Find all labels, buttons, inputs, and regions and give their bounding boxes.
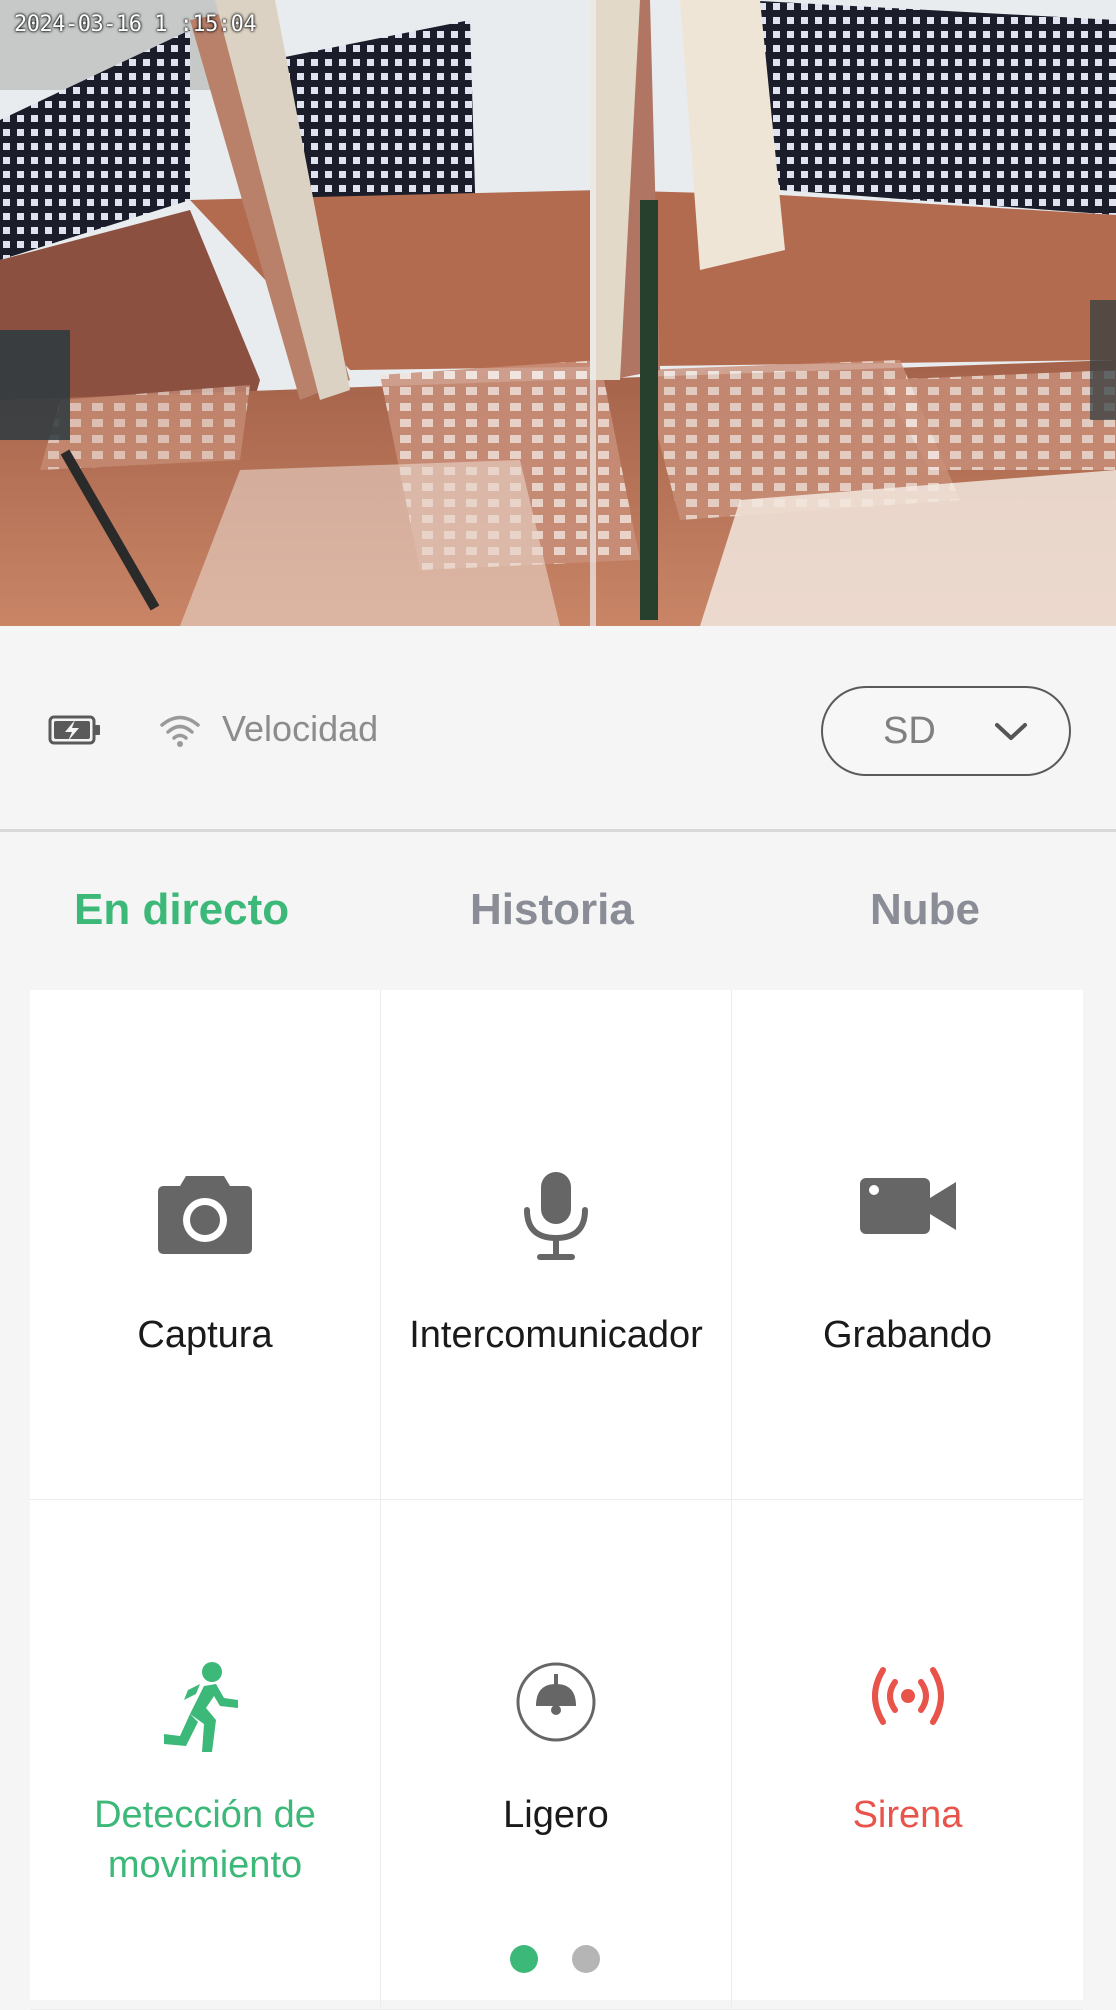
siren-label: Sirena <box>852 1794 963 1836</box>
battery-charging-icon <box>48 714 102 751</box>
tab-cloud[interactable]: Nube <box>870 885 980 935</box>
network-speed-label: Velocidad <box>222 708 379 749</box>
motion-detection-label: Detección de movimiento <box>94 1794 316 1886</box>
record-label: Grabando <box>822 1314 992 1356</box>
record-button[interactable]: Grabando <box>732 990 1083 1500</box>
camera-icon <box>30 1170 380 1261</box>
intercom-button[interactable]: Intercomunicador <box>381 990 732 1500</box>
lamp-icon <box>381 1660 731 1749</box>
view-tabs: En directo Historia Nube <box>0 835 1116 985</box>
light-button[interactable]: Ligero <box>381 1500 732 2010</box>
capture-button[interactable]: Captura <box>30 990 381 1500</box>
tab-history[interactable]: Historia <box>470 885 634 935</box>
camera-image <box>0 0 1116 626</box>
page-indicator <box>510 1945 610 1975</box>
camera-timestamp: 2024-03-16 1 :15:04 <box>14 12 257 37</box>
motion-detection-icon <box>30 1660 380 1761</box>
video-quality-value: SD <box>883 710 936 752</box>
light-label: Ligero <box>503 1794 609 1836</box>
microphone-icon <box>381 1170 731 1267</box>
capture-label: Captura <box>137 1314 273 1356</box>
wifi-icon <box>158 712 202 753</box>
video-camera-icon <box>732 1170 1083 1245</box>
siren-button[interactable]: Sirena <box>732 1500 1083 2010</box>
camera-controls-grid: Captura Intercomunicador Grabando Detecc… <box>30 990 1083 2010</box>
page-dot[interactable] <box>572 1945 600 1973</box>
chevron-down-icon <box>993 716 1029 751</box>
video-quality-select[interactable]: SD <box>821 686 1071 776</box>
page-dot-active[interactable] <box>510 1945 538 1973</box>
siren-icon <box>732 1660 1083 1737</box>
motion-detection-button[interactable]: Detección de movimiento <box>30 1500 381 2010</box>
camera-live-feed[interactable]: 2024-03-16 1 :15:04 <box>0 0 1116 626</box>
intercom-label: Intercomunicador <box>409 1314 703 1356</box>
tab-live[interactable]: En directo <box>74 885 289 935</box>
